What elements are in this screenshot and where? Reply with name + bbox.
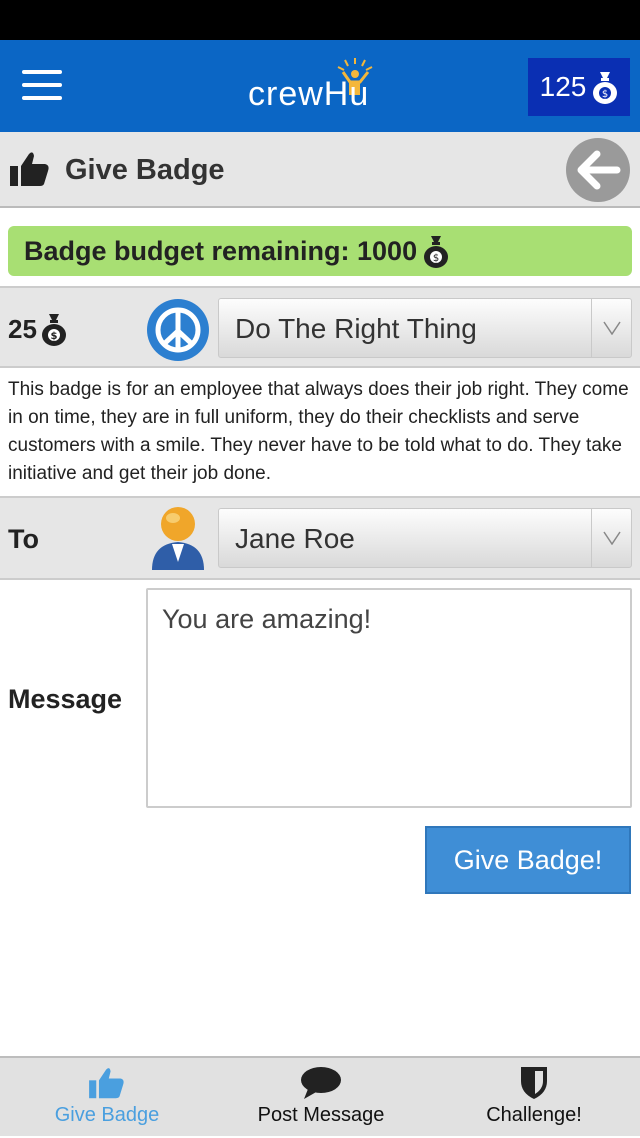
message-label: Message	[8, 684, 123, 714]
menu-button[interactable]	[22, 70, 62, 102]
shield-icon	[521, 1067, 547, 1099]
message-input[interactable]: You are amazing!	[146, 588, 632, 808]
thumbs-up-icon	[89, 1068, 124, 1099]
chevron-down-icon	[591, 509, 631, 567]
tab-label: Give Badge	[54, 1104, 160, 1126]
recipient-row: To Jane Roe	[0, 496, 640, 580]
badge-description: This badge is for an employee that alway…	[8, 379, 629, 484]
page-title: Give Badge	[65, 154, 225, 186]
recipient-label: To	[8, 524, 39, 554]
tab-give-badge[interactable]: Give Badge	[40, 1058, 174, 1138]
recipient-select[interactable]: Jane Roe	[218, 508, 632, 568]
give-badge-button[interactable]: Give Badge!	[425, 826, 631, 894]
badge-select[interactable]: Do The Right Thing	[218, 298, 632, 358]
badge-row: 25 $ Do The Right Thing	[0, 286, 640, 368]
chat-bubble-icon	[301, 1067, 341, 1099]
money-bag-icon: $	[593, 72, 618, 104]
menu-icon-line	[22, 70, 62, 74]
back-button[interactable]	[566, 138, 630, 202]
arrow-left-icon	[577, 150, 621, 190]
tab-label: Post Message	[257, 1104, 385, 1126]
thumbs-up-icon	[10, 152, 49, 186]
money-bag-icon: $	[41, 314, 66, 346]
svg-text:$: $	[602, 89, 608, 100]
tab-bar: Give Badge Post Message Challenge!	[0, 1056, 640, 1136]
money-bag-icon: $	[424, 236, 449, 268]
status-bar	[0, 0, 640, 40]
tab-challenge[interactable]: Challenge!	[470, 1058, 598, 1138]
badge-cost: 25 $	[8, 312, 67, 346]
svg-text:$: $	[50, 331, 57, 342]
coin-balance[interactable]: 125 $	[528, 58, 630, 116]
user-avatar-icon	[152, 507, 204, 570]
peace-badge-icon	[147, 299, 209, 361]
tab-label: Challenge!	[486, 1104, 582, 1126]
app-header: crewHu 125 $	[0, 40, 640, 132]
budget-label: Badge budget remaining: 1000	[24, 235, 418, 266]
badge-select-value: Do The Right Thing	[235, 313, 477, 344]
coin-count: 125	[539, 71, 587, 102]
logo-text: crewHu	[248, 75, 370, 113]
recipient-select-value: Jane Roe	[235, 523, 355, 554]
menu-icon-line	[22, 96, 62, 100]
badge-cost-value: 25	[8, 313, 37, 344]
chevron-down-icon	[591, 299, 631, 357]
tab-post-message[interactable]: Post Message	[246, 1058, 396, 1138]
budget-banner: Badge budget remaining: 1000 $	[8, 226, 632, 276]
logo: crewHu	[248, 54, 398, 124]
svg-text:$: $	[433, 253, 439, 264]
menu-icon-line	[22, 83, 62, 87]
title-bar: Give Badge	[0, 132, 640, 208]
